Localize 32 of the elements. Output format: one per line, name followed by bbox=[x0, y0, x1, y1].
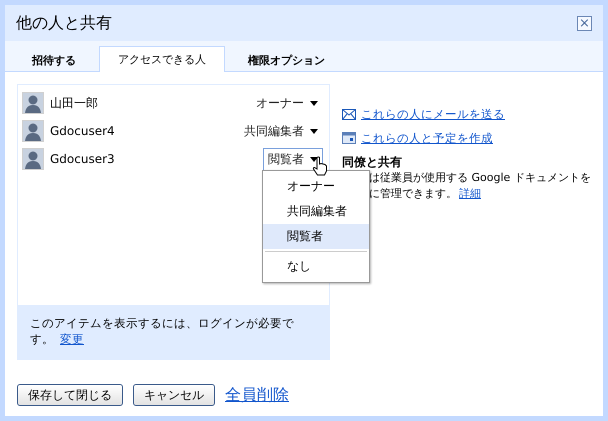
change-link[interactable]: 変更 bbox=[60, 332, 84, 346]
envelope-icon bbox=[342, 108, 356, 120]
caret-icon bbox=[310, 100, 318, 106]
dialog-button[interactable]: 保存して閉じる bbox=[17, 384, 123, 406]
menu-item[interactable]: オーナー bbox=[263, 174, 369, 199]
action-link[interactable]: これらの人にメールを送る bbox=[361, 106, 505, 122]
dialog-button[interactable]: キャンセル bbox=[133, 384, 215, 406]
person-name: Gdocuser4 bbox=[50, 124, 116, 138]
login-note: このアイテムを表示するには、ログインが必要です。 変更 bbox=[18, 305, 329, 359]
section-heading: 同僚と共有 bbox=[342, 154, 403, 170]
person-name: Gdocuser3 bbox=[50, 152, 116, 166]
menu-item[interactable]: 共同編集者 bbox=[263, 199, 369, 224]
avatar-icon bbox=[22, 92, 44, 114]
avatar-icon bbox=[22, 120, 44, 142]
person-name: 山田一郎 bbox=[50, 94, 99, 112]
info-text: は従業員が使用する Google ドキュメントを bbox=[369, 170, 591, 186]
action-link[interactable]: これらの人と予定を作成 bbox=[361, 130, 493, 146]
menu-item[interactable]: 閲覧者 bbox=[263, 224, 369, 249]
role-dropdown[interactable]: 共同編集者 bbox=[239, 120, 323, 142]
caret-icon bbox=[310, 128, 318, 134]
dialog-title: 他の人と共有 bbox=[16, 12, 112, 34]
close-button[interactable]: × bbox=[577, 16, 592, 30]
avatar-icon bbox=[22, 148, 44, 170]
calendar-icon bbox=[342, 132, 356, 144]
role-dropdown[interactable]: オーナー bbox=[251, 92, 323, 114]
tab[interactable]: 権限オプション bbox=[225, 47, 348, 72]
remove-all-link[interactable]: 全員削除 bbox=[225, 384, 289, 406]
tab[interactable]: アクセスできる人 bbox=[99, 46, 225, 72]
tab[interactable]: 招待する bbox=[9, 47, 99, 72]
menu-item[interactable]: なし bbox=[263, 254, 369, 279]
details-link[interactable]: 詳細 bbox=[459, 187, 481, 200]
info-text: に管理できます。 bbox=[369, 187, 457, 200]
